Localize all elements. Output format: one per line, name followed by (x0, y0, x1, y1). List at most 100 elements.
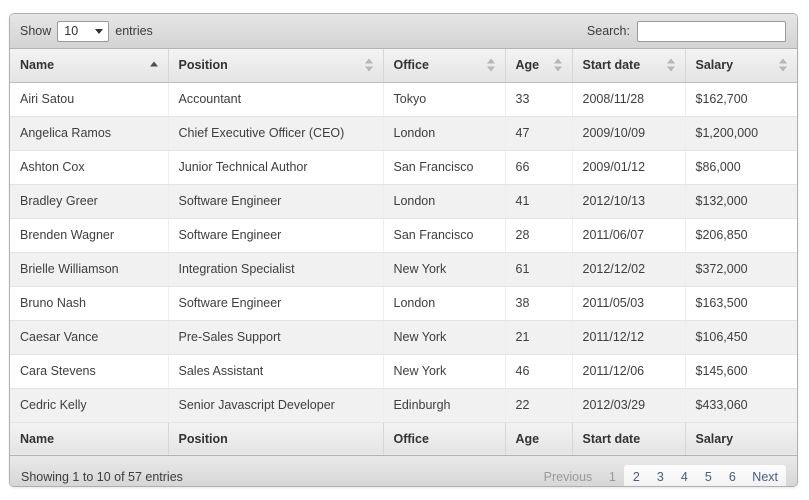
cell-salary: $206,850 (685, 218, 797, 252)
sort-none-icon (487, 59, 496, 72)
page-length-control: Show 10 entries (20, 21, 153, 42)
table-row[interactable]: Caesar VancePre-Sales SupportNew York212… (10, 320, 797, 354)
table-header-row: Name Position Office Age Start date (10, 49, 797, 82)
pagination-page-4[interactable]: 4 (672, 465, 696, 487)
pagination-page-5[interactable]: 5 (696, 465, 720, 487)
table-search-control: Search: (587, 21, 786, 42)
cell-position: Senior Javascript Developer (168, 388, 383, 422)
table-row[interactable]: Cara StevensSales AssistantNew York46201… (10, 354, 797, 388)
cell-name: Cara Stevens (10, 354, 168, 388)
cell-name: Bruno Nash (10, 286, 168, 320)
page-length-select-wrap: 10 (57, 21, 109, 42)
cell-age: 38 (505, 286, 572, 320)
cell-name: Brenden Wagner (10, 218, 168, 252)
pagination-previous: Previous (536, 465, 601, 487)
column-header-salary[interactable]: Salary (685, 49, 797, 82)
cell-start-date: 2012/10/13 (572, 184, 685, 218)
cell-salary: $106,450 (685, 320, 797, 354)
column-header-position[interactable]: Position (168, 49, 383, 82)
cell-position: Pre-Sales Support (168, 320, 383, 354)
cell-name: Caesar Vance (10, 320, 168, 354)
cell-salary: $162,700 (685, 82, 797, 116)
cell-office: New York (383, 252, 505, 286)
sort-none-icon (554, 59, 563, 72)
cell-age: 21 (505, 320, 572, 354)
cell-office: London (383, 116, 505, 150)
cell-office: San Francisco (383, 218, 505, 252)
cell-age: 22 (505, 388, 572, 422)
cell-salary: $86,000 (685, 150, 797, 184)
cell-position: Software Engineer (168, 184, 383, 218)
table-row[interactable]: Brielle WilliamsonIntegration Specialist… (10, 252, 797, 286)
cell-position: Chief Executive Officer (CEO) (168, 116, 383, 150)
cell-age: 28 (505, 218, 572, 252)
cell-start-date: 2011/06/07 (572, 218, 685, 252)
cell-start-date: 2012/03/29 (572, 388, 685, 422)
column-header-age[interactable]: Age (505, 49, 572, 82)
cell-age: 47 (505, 116, 572, 150)
column-header-start-date[interactable]: Start date (572, 49, 685, 82)
page-length-select[interactable]: 10 (57, 21, 109, 42)
cell-position: Junior Technical Author (168, 150, 383, 184)
pagination-page-2[interactable]: 2 (624, 465, 648, 487)
table-row[interactable]: Ashton CoxJunior Technical AuthorSan Fra… (10, 150, 797, 184)
column-header-label: Start date (583, 58, 641, 72)
cell-salary: $163,500 (685, 286, 797, 320)
pagination-next[interactable]: Next (744, 465, 786, 487)
cell-salary: $132,000 (685, 184, 797, 218)
cell-start-date: 2009/01/12 (572, 150, 685, 184)
cell-start-date: 2012/12/02 (572, 252, 685, 286)
footer-column-position: Position (168, 422, 383, 455)
footer-column-office: Office (383, 422, 505, 455)
sort-none-icon (779, 59, 788, 72)
datatable-container: Show 10 entries Search: Name (9, 13, 798, 487)
cell-start-date: 2008/11/28 (572, 82, 685, 116)
cell-position: Accountant (168, 82, 383, 116)
table-row[interactable]: Cedric KellySenior Javascript DeveloperE… (10, 388, 797, 422)
table-body: Airi SatouAccountantTokyo332008/11/28$16… (10, 82, 797, 422)
pagination: Previous123456Next (536, 465, 786, 487)
footer-column-start-date: Start date (572, 422, 685, 455)
cell-name: Angelica Ramos (10, 116, 168, 150)
cell-salary: $433,060 (685, 388, 797, 422)
footer-column-name: Name (10, 422, 168, 455)
cell-name: Brielle Williamson (10, 252, 168, 286)
column-header-label: Office (394, 58, 429, 72)
sort-ascending-icon (150, 59, 159, 72)
search-input[interactable] (637, 21, 786, 42)
table-row[interactable]: Bruno NashSoftware EngineerLondon382011/… (10, 286, 797, 320)
cell-start-date: 2011/05/03 (572, 286, 685, 320)
page-length-label-post: entries (115, 24, 153, 38)
footer-column-age: Age (505, 422, 572, 455)
employee-table: Name Position Office Age Start date (10, 49, 797, 455)
sort-none-icon (365, 59, 374, 72)
footer-column-salary: Salary (685, 422, 797, 455)
table-row[interactable]: Brenden WagnerSoftware EngineerSan Franc… (10, 218, 797, 252)
cell-office: London (383, 184, 505, 218)
cell-office: New York (383, 320, 505, 354)
cell-name: Cedric Kelly (10, 388, 168, 422)
cell-start-date: 2009/10/09 (572, 116, 685, 150)
table-footer-row: Name Position Office Age Start date Sala… (10, 422, 797, 455)
cell-position: Software Engineer (168, 286, 383, 320)
table-row[interactable]: Airi SatouAccountantTokyo332008/11/28$16… (10, 82, 797, 116)
cell-position: Sales Assistant (168, 354, 383, 388)
cell-age: 66 (505, 150, 572, 184)
column-header-label: Name (20, 58, 54, 72)
table-bottom-bar: Showing 1 to 10 of 57 entries Previous12… (10, 455, 797, 487)
table-row[interactable]: Bradley GreerSoftware EngineerLondon4120… (10, 184, 797, 218)
cell-position: Software Engineer (168, 218, 383, 252)
search-label: Search: (587, 24, 630, 38)
pagination-page-3[interactable]: 3 (648, 465, 672, 487)
table-toolbar: Show 10 entries Search: (10, 14, 797, 49)
table-row[interactable]: Angelica RamosChief Executive Officer (C… (10, 116, 797, 150)
cell-position: Integration Specialist (168, 252, 383, 286)
cell-age: 61 (505, 252, 572, 286)
column-header-office[interactable]: Office (383, 49, 505, 82)
column-header-name[interactable]: Name (10, 49, 168, 82)
cell-office: London (383, 286, 505, 320)
pagination-page-1: 1 (600, 465, 624, 487)
table-info: Showing 1 to 10 of 57 entries (21, 470, 183, 484)
pagination-page-6[interactable]: 6 (720, 465, 744, 487)
column-header-label: Position (179, 58, 228, 72)
